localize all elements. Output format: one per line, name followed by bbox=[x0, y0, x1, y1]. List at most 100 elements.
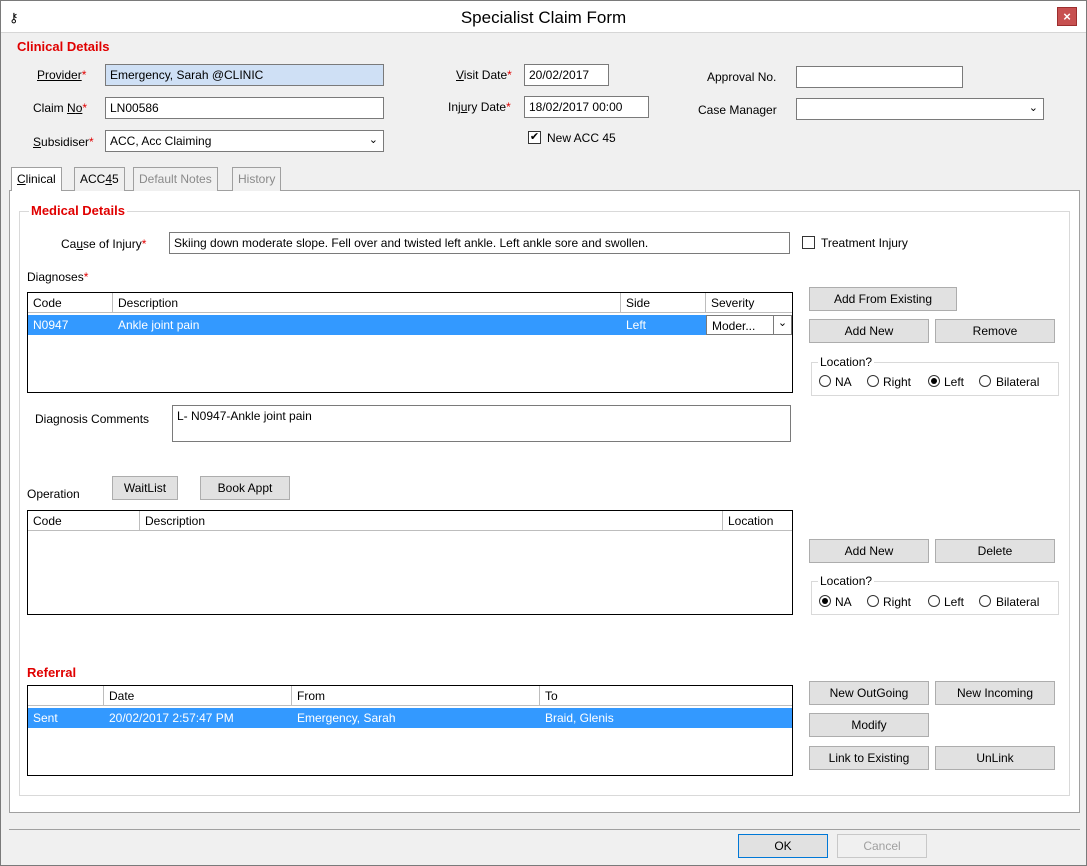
tab-default-notes[interactable]: Default Notes bbox=[133, 167, 218, 191]
operation-location-label: Location? bbox=[818, 574, 875, 588]
remove-diagnosis-button[interactable]: Remove bbox=[935, 319, 1055, 343]
subsidiser-combo[interactable]: ACC, Acc Claiming ⌄ bbox=[105, 130, 384, 152]
new-incoming-button[interactable]: New Incoming bbox=[935, 681, 1055, 705]
op-location-left-label: Left bbox=[944, 595, 965, 609]
book-appt-button[interactable]: Book Appt bbox=[200, 476, 290, 500]
referral-to-cell: Braid, Glenis bbox=[545, 711, 614, 725]
diag-location-left-label: Left bbox=[944, 375, 965, 389]
diagnosis-comments-label: Diagnosis Comments bbox=[35, 412, 150, 426]
referral-heading: Referral bbox=[27, 665, 77, 680]
op-location-bilateral-radio[interactable] bbox=[979, 595, 991, 607]
column-header-code[interactable]: Code bbox=[28, 511, 140, 531]
close-button[interactable]: × bbox=[1057, 7, 1077, 26]
diagnosis-location-label: Location? bbox=[818, 355, 875, 369]
column-header-location[interactable]: Location bbox=[723, 511, 792, 531]
tab-clinical[interactable]: Clinical bbox=[11, 167, 62, 192]
waitlist-button[interactable]: WaitList bbox=[112, 476, 178, 500]
column-header-from[interactable]: From bbox=[292, 686, 540, 706]
chevron-down-icon[interactable]: ⌄ bbox=[773, 316, 791, 334]
new-acc45-label: New ACC 45 bbox=[547, 131, 616, 145]
case-manager-label: Case Manager bbox=[698, 103, 777, 117]
referral-date-cell: 20/02/2017 2:57:47 PM bbox=[109, 711, 234, 725]
treatment-injury-label: Treatment Injury bbox=[821, 236, 908, 250]
referral-grid-header: Date From To bbox=[28, 686, 792, 706]
visit-date-label: Visit Date* bbox=[456, 68, 512, 82]
window-title: Specialist Claim Form bbox=[460, 8, 627, 27]
diagnoses-label: Diagnoses* bbox=[27, 270, 89, 284]
referral-status-cell: Sent bbox=[33, 711, 58, 725]
op-location-right-radio[interactable] bbox=[867, 595, 879, 607]
diagnoses-grid[interactable]: Code Description Side Severity N0947 Ank… bbox=[27, 292, 793, 393]
claim-no-field[interactable]: LN00586 bbox=[105, 97, 384, 119]
op-location-right-label: Right bbox=[883, 595, 912, 609]
severity-value: Moder... bbox=[712, 319, 756, 333]
specialist-claim-window: ⚷ Specialist Claim Form × Clinical Detai… bbox=[0, 0, 1087, 866]
modify-button[interactable]: Modify bbox=[809, 713, 929, 737]
claim-no-label: Claim No* bbox=[33, 101, 88, 115]
treatment-injury-checkbox[interactable] bbox=[802, 236, 815, 249]
unlink-button[interactable]: UnLink bbox=[935, 746, 1055, 770]
diag-location-left-radio[interactable] bbox=[928, 375, 940, 387]
table-row[interactable]: Sent 20/02/2017 2:57:47 PM Emergency, Sa… bbox=[28, 708, 792, 728]
cancel-button[interactable]: Cancel bbox=[837, 834, 927, 858]
column-header-side[interactable]: Side bbox=[621, 293, 706, 313]
title-bar[interactable]: ⚷ Specialist Claim Form × bbox=[1, 1, 1086, 33]
delete-operation-button[interactable]: Delete bbox=[935, 539, 1055, 563]
column-header-date[interactable]: Date bbox=[104, 686, 292, 706]
op-location-na-label: NA bbox=[835, 595, 852, 609]
column-header-description[interactable]: Description bbox=[140, 511, 723, 531]
diag-location-na-label: NA bbox=[835, 375, 852, 389]
injury-date-label: Injury Date* bbox=[448, 100, 511, 114]
subsidiser-label: Subsidiser* bbox=[33, 135, 94, 149]
diagnosis-comments-field[interactable]: L- N0947-Ankle joint pain bbox=[172, 405, 791, 442]
diag-side-cell: Left bbox=[626, 318, 647, 332]
diagnoses-grid-header: Code Description Side Severity bbox=[28, 293, 792, 313]
case-manager-combo[interactable]: ⌄ bbox=[796, 98, 1044, 120]
tab-history[interactable]: History bbox=[232, 167, 282, 191]
operation-label: Operation bbox=[27, 487, 80, 501]
op-location-na-radio[interactable] bbox=[819, 595, 831, 607]
add-new-operation-button[interactable]: Add New bbox=[809, 539, 929, 563]
injury-date-field[interactable]: 18/02/2017 00:00 bbox=[524, 96, 649, 118]
chevron-down-icon[interactable]: ⌄ bbox=[369, 133, 378, 146]
op-location-left-radio[interactable] bbox=[928, 595, 940, 607]
approval-no-label: Approval No. bbox=[707, 70, 777, 84]
clinical-details-heading: Clinical Details bbox=[17, 39, 110, 54]
approval-no-field[interactable] bbox=[796, 66, 963, 88]
new-acc45-checkbox[interactable]: ✔ bbox=[528, 131, 541, 144]
diag-description-cell: Ankle joint pain bbox=[118, 318, 200, 332]
link-to-existing-button[interactable]: Link to Existing bbox=[809, 746, 929, 770]
column-header-status[interactable] bbox=[28, 686, 104, 706]
add-new-diagnosis-button[interactable]: Add New bbox=[809, 319, 929, 343]
diag-location-bilateral-label: Bilateral bbox=[996, 375, 1040, 389]
subsidiser-value: ACC, Acc Claiming bbox=[110, 134, 212, 148]
ok-button[interactable]: OK bbox=[738, 834, 828, 858]
table-row[interactable]: N0947 Ankle joint pain Left Moder... ⌄ bbox=[28, 315, 792, 335]
visit-date-field[interactable]: 20/02/2017 bbox=[524, 64, 609, 86]
cause-of-injury-field[interactable]: Skiing down moderate slope. Fell over an… bbox=[169, 232, 790, 254]
tab-acc45[interactable]: ACC45 bbox=[74, 167, 125, 191]
diag-location-na-radio[interactable] bbox=[819, 375, 831, 387]
severity-combo[interactable]: Moder... ⌄ bbox=[706, 315, 792, 335]
diag-location-right-label: Right bbox=[883, 375, 912, 389]
operation-grid[interactable]: Code Description Location bbox=[27, 510, 793, 615]
medical-details-heading: Medical Details bbox=[29, 203, 127, 218]
close-icon: × bbox=[1063, 9, 1071, 24]
provider-label: Provider* bbox=[37, 68, 87, 82]
referral-from-cell: Emergency, Sarah bbox=[297, 711, 396, 725]
diag-location-bilateral-radio[interactable] bbox=[979, 375, 991, 387]
diag-location-right-radio[interactable] bbox=[867, 375, 879, 387]
column-header-severity[interactable]: Severity bbox=[706, 293, 792, 313]
op-location-bilateral-label: Bilateral bbox=[996, 595, 1040, 609]
new-outgoing-button[interactable]: New OutGoing bbox=[809, 681, 929, 705]
add-from-existing-button[interactable]: Add From Existing bbox=[809, 287, 957, 311]
column-header-to[interactable]: To bbox=[540, 686, 792, 706]
cause-of-injury-label: Cause of Injury* bbox=[61, 237, 147, 251]
provider-field[interactable]: Emergency, Sarah @CLINIC bbox=[105, 64, 384, 86]
diag-code-cell: N0947 bbox=[33, 318, 69, 332]
column-header-code[interactable]: Code bbox=[28, 293, 113, 313]
referral-grid[interactable]: Date From To Sent 20/02/2017 2:57:47 PM … bbox=[27, 685, 793, 776]
chevron-down-icon[interactable]: ⌄ bbox=[1029, 101, 1038, 114]
operation-grid-header: Code Description Location bbox=[28, 511, 792, 531]
column-header-description[interactable]: Description bbox=[113, 293, 621, 313]
